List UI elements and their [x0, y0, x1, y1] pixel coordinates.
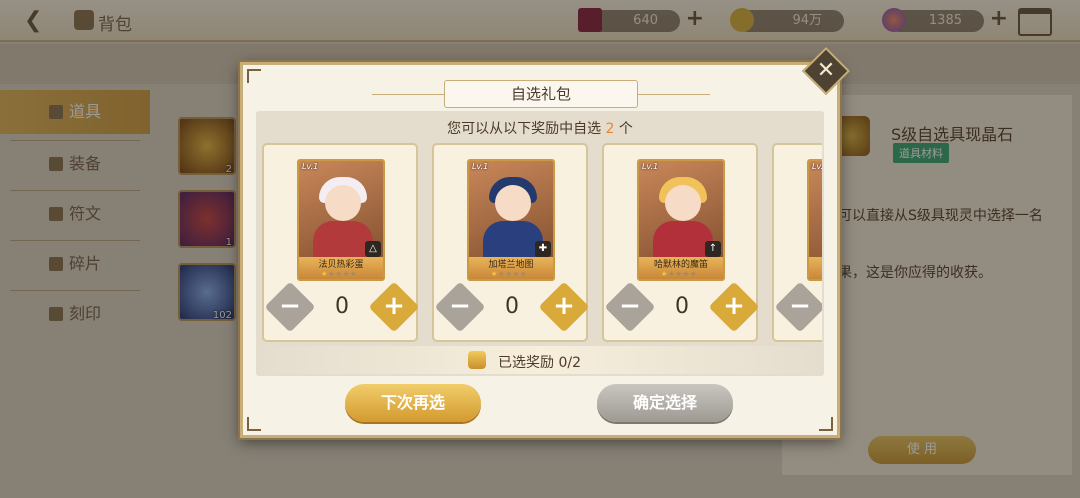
character-name: 法贝热彩蛋	[318, 260, 364, 270]
corner-ornament	[819, 417, 833, 431]
level-label: Lv.1	[302, 162, 319, 171]
corner-ornament	[247, 69, 261, 83]
dialog-title: 自选礼包	[444, 80, 638, 108]
level-label: Lv.1	[472, 162, 489, 171]
class-icon: ✚	[535, 241, 551, 257]
reward-card[interactable]: Lv.1 △ 法贝热彩蛋 ★★★★★ − 0 +	[262, 143, 420, 342]
level-label: Lv.1	[642, 162, 659, 171]
reward-card-list[interactable]: Lv.1 △ 法贝热彩蛋 ★★★★★ −0 + Lv.1 ✚ 加塔兰地图 ★★★★★ −0 + Lv.1…	[262, 143, 822, 342]
star-rating: ★★★★★	[321, 270, 358, 278]
name-banner	[809, 257, 822, 279]
minus-icon[interactable]: −	[442, 289, 478, 325]
quantity-value: 0	[675, 294, 689, 319]
character-portrait[interactable]: Lv.1 ✚ 加塔兰地图 ★★★★★	[467, 159, 555, 281]
quantity-value: 0	[335, 294, 349, 319]
class-icon: ↑	[705, 241, 721, 257]
character-portrait[interactable]: Lv.1 ↑ 哈默林的魔笛 ★★★★★	[637, 159, 725, 281]
selection-prompt: 您可以从以下奖励中自选 2 个	[256, 118, 824, 138]
star-rating: ★★★★★	[491, 270, 528, 278]
quantity-value: 0	[505, 294, 519, 319]
character-name: 加塔兰地图	[488, 260, 534, 270]
plus-icon[interactable]: +	[546, 289, 582, 325]
star-rating: ★★★★★	[661, 270, 698, 278]
character-face	[325, 185, 361, 221]
choose-later-button[interactable]: 下次再选	[345, 384, 481, 422]
plus-icon[interactable]: +	[716, 289, 752, 325]
minus-icon[interactable]: −	[272, 289, 308, 325]
close-icon[interactable]: ✕	[809, 54, 843, 88]
character-name: 哈默林的魔笛	[653, 260, 708, 270]
character-face	[495, 185, 531, 221]
title-ornament-line	[372, 94, 444, 95]
selected-value: 0/2	[558, 355, 581, 371]
level-label: Lv.1	[812, 162, 822, 171]
reward-card[interactable]: Lv.1★★★★★−0+	[772, 143, 822, 342]
minus-icon[interactable]: −	[782, 289, 818, 325]
class-icon: △	[365, 241, 381, 257]
character-portrait[interactable]: Lv.1★★★★★	[807, 159, 822, 281]
prompt-count: 2	[605, 121, 615, 137]
character-portrait[interactable]: Lv.1 △ 法贝热彩蛋 ★★★★★	[297, 159, 385, 281]
prompt-text: 您可以从以下奖励中自选	[447, 121, 602, 137]
character-face	[665, 185, 701, 221]
reward-card[interactable]: Lv.1 ↑ 哈默林的魔笛 ★★★★★ − 0 +	[602, 143, 760, 342]
prompt-text: 个	[618, 121, 633, 137]
reward-card[interactable]: Lv.1 ✚ 加塔兰地图 ★★★★★ − 0 +	[432, 143, 590, 342]
corner-ornament	[247, 417, 261, 431]
title-ornament-line	[638, 94, 710, 95]
selected-label: 已选奖励	[498, 355, 554, 371]
plus-icon[interactable]: +	[376, 289, 412, 325]
selected-summary: 已选奖励 0/2	[498, 352, 581, 372]
confirm-selection-button[interactable]: 确定选择	[597, 384, 733, 422]
minus-icon[interactable]: −	[612, 289, 648, 325]
treasure-chest-icon	[468, 351, 486, 369]
